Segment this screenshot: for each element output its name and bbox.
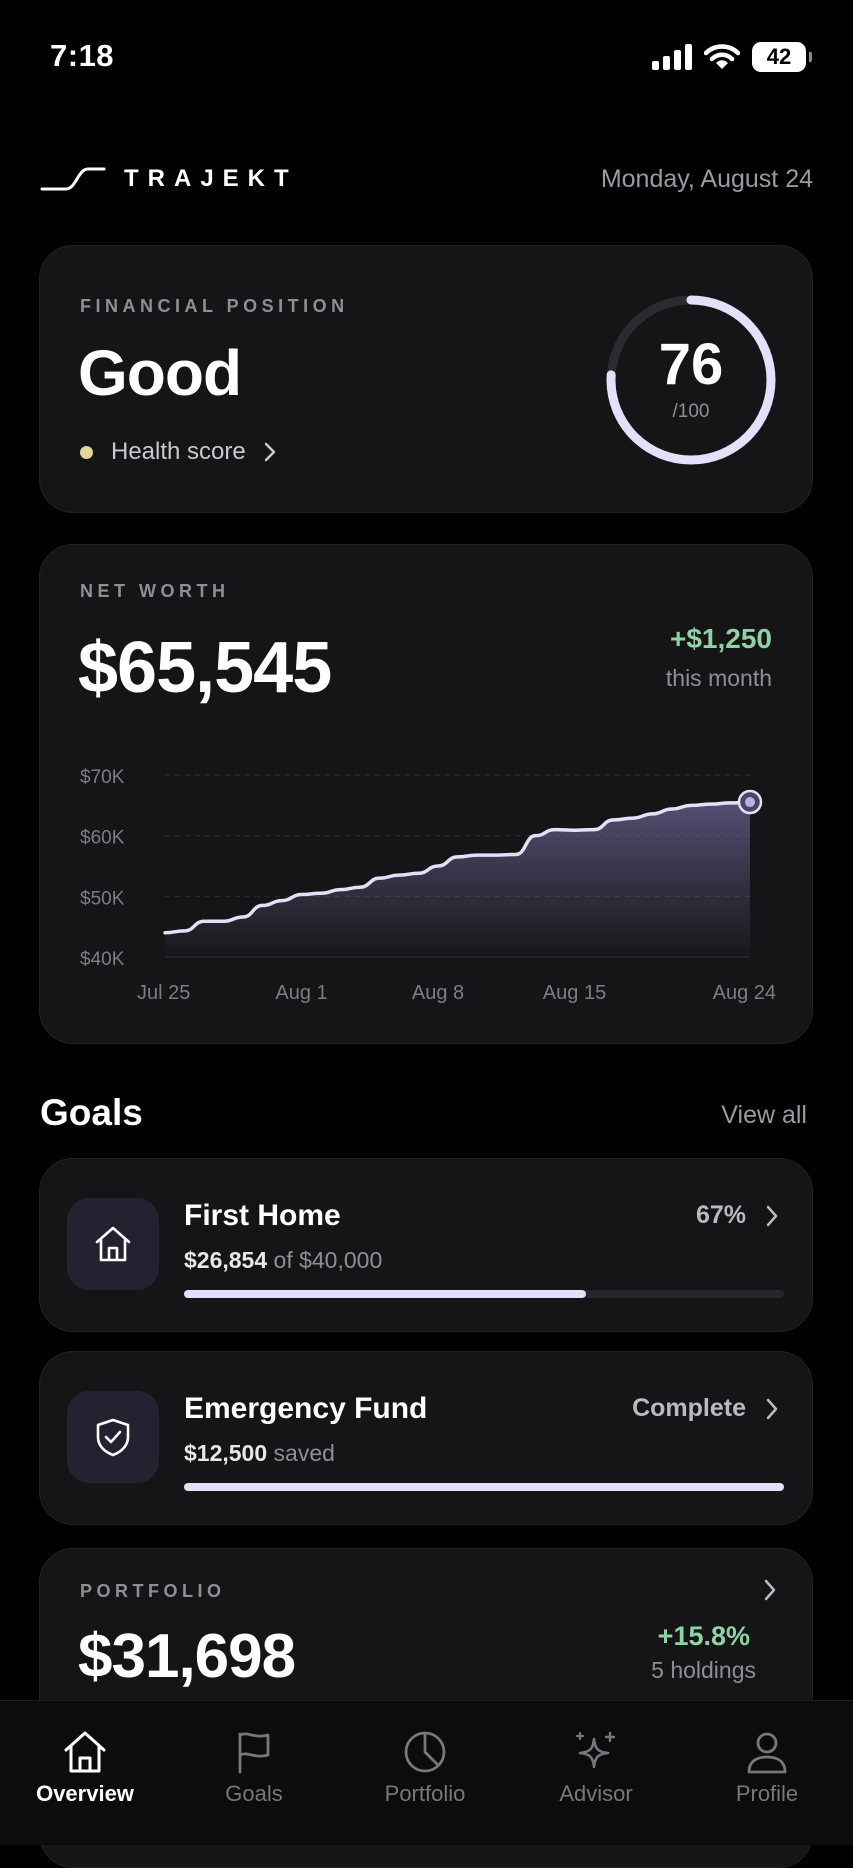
tab-bar: Overview Goals Portfolio Advisor Profile: [0, 1700, 853, 1845]
header-date: Monday, August 24: [600, 165, 813, 193]
goal-amount-current: $12,500: [184, 1440, 268, 1466]
goal-amount-current: $26,854: [184, 1247, 268, 1273]
tab-label: Overview: [36, 1781, 134, 1806]
tab-label: Goals: [225, 1781, 283, 1806]
battery-indicator: 42: [752, 42, 812, 72]
pie-chart-icon: [404, 1731, 446, 1773]
portfolio-value: $31,698: [78, 1622, 296, 1691]
x-axis-tick-label: Aug 24: [713, 982, 776, 1004]
health-score-label: Health score: [111, 438, 246, 465]
goal-amount-suffix: saved: [273, 1440, 335, 1466]
goal-card-emergency-fund[interactable]: Emergency Fund $12,500 saved Complete: [39, 1351, 813, 1525]
goal-progress-label-wrap: 67%: [696, 1201, 778, 1230]
portfolio-change: +15.8%: [657, 1621, 750, 1651]
tab-goals[interactable]: Goals: [184, 1729, 324, 1807]
portfolio-holdings: 5 holdings: [651, 1657, 756, 1683]
goal-icon-tile: [67, 1391, 159, 1483]
goal-progress-fill: [184, 1290, 586, 1298]
home-icon: [64, 1731, 106, 1773]
net-worth-card[interactable]: $70K $60K $50K $40K Jul 25 Aug 1 Aug 8 Aug 15 Au…: [39, 544, 813, 1044]
y-axis-tick-label: $60K: [80, 828, 125, 849]
brand-name: TRAJEKT: [124, 165, 298, 192]
goal-card-first-home[interactable]: First Home $26,854 of $40,000 67%: [39, 1158, 813, 1332]
health-score-value: 76: [658, 332, 724, 397]
goal-amount: $12,500 saved: [184, 1440, 335, 1467]
x-axis-tick-label: Aug 1: [275, 982, 327, 1004]
chevron-right-icon: [766, 1205, 778, 1226]
status-time: 7:18: [50, 38, 115, 73]
x-axis-tick-label: Aug 8: [412, 982, 464, 1004]
net-worth-eyebrow: NET WORTH: [80, 581, 230, 601]
tab-overview[interactable]: Overview: [15, 1729, 155, 1807]
cellular-signal-icon: [652, 44, 692, 70]
health-score-ring: 76 /100: [604, 293, 778, 467]
goal-progress-fill: [184, 1483, 784, 1491]
wifi-icon: [704, 44, 740, 69]
battery-level: 42: [766, 44, 792, 69]
status-icons: 42: [652, 42, 812, 72]
tab-label: Profile: [735, 1781, 799, 1806]
goal-name: Emergency Fund: [184, 1392, 428, 1425]
goal-progress-track: [184, 1290, 784, 1298]
goal-icon-tile: [67, 1198, 159, 1290]
sparkles-icon: [575, 1731, 616, 1769]
tab-profile[interactable]: Profile: [697, 1729, 837, 1807]
goal-amount-target: of $40,000: [273, 1247, 383, 1273]
net-worth-change: +$1,250: [670, 623, 772, 654]
brand: TRAJEKT: [40, 165, 298, 193]
y-axis-tick-label: $50K: [80, 888, 125, 909]
net-worth-latest-point-core: [745, 797, 755, 808]
goal-name: First Home: [184, 1199, 341, 1232]
chevron-right-icon: [766, 1398, 778, 1419]
goal-progress-label-wrap: Complete: [632, 1394, 778, 1423]
y-axis-tick-label: $70K: [80, 767, 125, 788]
portfolio-eyebrow: PORTFOLIO: [80, 1581, 226, 1601]
tab-portfolio[interactable]: Portfolio: [355, 1729, 495, 1807]
x-axis-tick-label: Aug 15: [543, 982, 606, 1004]
x-axis-tick-label: Jul 25: [137, 982, 190, 1004]
goal-progress-label: 67%: [695, 1201, 746, 1229]
net-worth-chart: $70K $60K $50K $40K Jul 25 Aug 1 Aug 8 Aug 15 Au…: [80, 767, 776, 1004]
net-worth-value: $65,545: [78, 628, 332, 708]
net-worth-change-period: this month: [665, 665, 772, 691]
tab-label: Portfolio: [384, 1781, 466, 1806]
health-score-max: /100: [672, 401, 710, 422]
person-icon: [747, 1732, 787, 1774]
goal-progress-label: Complete: [632, 1394, 746, 1422]
tab-advisor[interactable]: Advisor: [526, 1729, 666, 1807]
view-all-goals-link[interactable]: View all: [721, 1101, 807, 1130]
flag-icon: [238, 1732, 270, 1774]
financial-position-card[interactable]: FINANCIAL POSITION Good Health score 76 …: [39, 245, 813, 513]
chevron-right-icon: [764, 1579, 776, 1601]
tab-label: Advisor: [559, 1781, 633, 1806]
trajekt-logo-icon: [40, 167, 106, 191]
chevron-right-icon: [264, 442, 275, 462]
goals-title: Goals: [40, 1092, 143, 1133]
y-axis-tick-label: $40K: [80, 949, 125, 970]
health-status-dot: [80, 445, 93, 459]
financial-position-status: Good: [78, 337, 242, 409]
goal-amount: $26,854 of $40,000: [184, 1247, 382, 1274]
goal-progress-track: [184, 1483, 784, 1491]
net-worth-area: [165, 802, 750, 957]
financial-position-eyebrow: FINANCIAL POSITION: [80, 296, 349, 316]
shield-check-icon: [96, 1418, 130, 1457]
home-icon: [95, 1226, 131, 1262]
health-score-link[interactable]: Health score: [80, 438, 276, 466]
